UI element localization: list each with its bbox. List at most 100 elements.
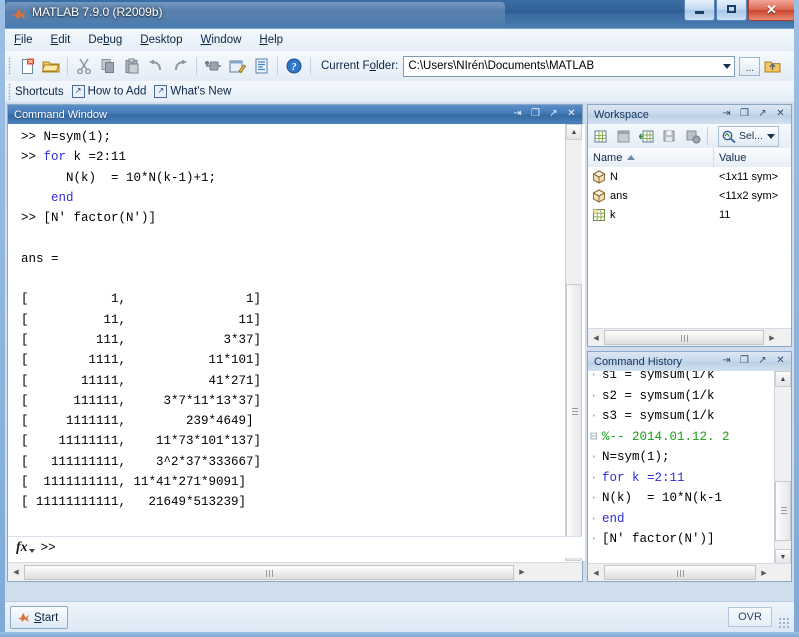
sym-cube-icon [592, 188, 606, 203]
command-window-hscrollbar[interactable]: ◀ ▶ [8, 562, 582, 581]
window-controls: ✕ [684, 0, 795, 21]
current-folder-combo[interactable]: C:\Users\NIrén\Documents\MATLAB [403, 55, 736, 77]
command-history-item[interactable]: s3 = symsum(1/k [602, 406, 730, 427]
guide-icon[interactable] [226, 55, 248, 77]
shortcut-whats-new[interactable]: ↗ What's New [154, 85, 231, 98]
delete-variable-icon[interactable] [682, 126, 703, 147]
new-variable-icon[interactable] [590, 126, 611, 147]
command-history-item[interactable]: s1 = symsum(1/k [602, 371, 730, 386]
dock-left-icon[interactable]: ⇥ [511, 107, 524, 120]
command-history-controls: ⇥ ❐ ↗ ✕ [720, 354, 787, 367]
toolbar-separator-3 [277, 57, 278, 75]
undock-icon[interactable]: ↗ [547, 107, 560, 120]
command-history-text-item: for k =2:11 [602, 470, 685, 485]
resize-grip-icon[interactable] [778, 617, 790, 629]
command-history-hscrollbar[interactable]: ◀ ▶ [588, 563, 791, 581]
command-line: [ 11111111, 11*73*101*137] [21, 431, 261, 451]
help-icon[interactable]: ? [283, 55, 305, 77]
command-history-list[interactable]: · · · ⊟ · · · · · s1 = symsum(1/k s2 = symsum(1/k… [588, 371, 774, 565]
shortcuts-grip[interactable] [8, 82, 11, 101]
command-history-item[interactable]: [N' factor(N')] [602, 529, 730, 550]
open-variable-icon[interactable] [613, 126, 634, 147]
copy-icon[interactable] [97, 55, 119, 77]
close-icon[interactable]: ✕ [774, 354, 787, 367]
hscroll-thumb[interactable] [24, 564, 514, 580]
profiler-icon[interactable] [250, 55, 272, 77]
scroll-right-icon[interactable]: ▶ [514, 564, 530, 580]
menu-desktop[interactable]: Desktop [131, 32, 191, 48]
command-line: [ 1111, 11*101] [21, 350, 261, 370]
scroll-up-icon[interactable]: ▲ [775, 371, 791, 387]
menu-debug[interactable]: Debug [79, 32, 131, 48]
maximize-icon[interactable]: ❐ [738, 107, 751, 120]
close-icon[interactable]: ✕ [774, 107, 787, 120]
command-history-text-item: N(k) = 10*N(k-1 [602, 491, 723, 505]
close-button[interactable]: ✕ [748, 0, 795, 21]
matlab-logo-icon [17, 612, 30, 623]
command-window-vscrollbar[interactable]: ▲ ▼ [565, 124, 582, 561]
command-history-vscrollbar[interactable]: ▲ ▼ [774, 371, 791, 565]
shortcut-how-to-add[interactable]: ↗ How to Add [71, 85, 146, 98]
menu-window[interactable]: Window [191, 32, 250, 48]
fx-icon[interactable]: fx [16, 540, 28, 556]
fx-dropdown-icon[interactable] [28, 549, 35, 553]
start-button[interactable]: Start [10, 606, 69, 629]
tree-guide[interactable]: ⊟ [590, 427, 598, 448]
workspace-variable-list[interactable]: N <1x11 sym> ans <11x2 sym> k 11 [588, 167, 791, 312]
up-one-level-icon[interactable] [761, 55, 783, 77]
chevron-down-icon[interactable] [723, 63, 732, 69]
scroll-up-icon[interactable]: ▲ [566, 124, 582, 140]
open-folder-icon[interactable] [40, 55, 62, 77]
close-icon[interactable]: ✕ [565, 107, 578, 120]
scroll-right-icon[interactable]: ▶ [756, 565, 772, 581]
scroll-right-icon[interactable]: ▶ [764, 330, 780, 346]
command-history-item[interactable]: N(k) = 10*N(k-1 [602, 488, 730, 509]
command-history-item[interactable]: N=sym(1); [602, 447, 730, 468]
column-header-name[interactable]: Name [588, 148, 714, 167]
cut-icon[interactable] [73, 55, 95, 77]
maximize-icon[interactable]: ❐ [738, 354, 751, 367]
toolbar-grip[interactable] [8, 57, 11, 75]
command-history-item[interactable]: %-- 2014.01.12. 2 [602, 427, 730, 448]
maximize-button[interactable] [716, 0, 747, 21]
command-history-item[interactable]: s2 = symsum(1/k [602, 386, 730, 407]
dock-left-icon[interactable]: ⇥ [720, 107, 733, 120]
chevron-down-icon[interactable] [766, 133, 775, 139]
new-file-icon[interactable] [16, 55, 38, 77]
vscroll-thumb[interactable] [566, 284, 582, 539]
workspace-hscrollbar[interactable]: ◀ ▶ [588, 328, 791, 346]
dock-left-icon[interactable]: ⇥ [720, 354, 733, 367]
minimize-button[interactable] [684, 0, 715, 21]
menu-help[interactable]: Help [250, 32, 292, 48]
command-window-output[interactable]: >> N=sym(1); >> for k =2:11 N(k) = 10*N(k… [8, 124, 585, 561]
redo-icon[interactable] [169, 55, 191, 77]
menu-edit[interactable]: Edit [42, 32, 80, 48]
undo-icon[interactable] [145, 55, 167, 77]
scroll-left-icon[interactable]: ◀ [588, 330, 604, 346]
table-row[interactable]: ans <11x2 sym> [588, 186, 791, 205]
command-history-item[interactable]: for k =2:11 [602, 468, 730, 489]
command-window-input-row[interactable]: fx >> [8, 536, 582, 558]
column-header-value[interactable]: Value [714, 148, 791, 167]
maximize-icon[interactable]: ❐ [529, 107, 542, 120]
paste-icon[interactable] [121, 55, 143, 77]
hscroll-thumb[interactable] [604, 330, 764, 345]
browse-folder-button[interactable]: ... [739, 56, 761, 76]
table-row[interactable]: k 11 [588, 205, 791, 224]
simulink-icon[interactable] [202, 55, 224, 77]
menu-file[interactable]: FFileile [5, 32, 42, 48]
command-history-item[interactable]: end [602, 509, 730, 530]
workspace-panel: Workspace ⇥ ❐ ↗ ✕ Sel... Name Value N <1… [587, 104, 792, 347]
scroll-left-icon[interactable]: ◀ [8, 564, 24, 580]
hscroll-thumb[interactable] [604, 565, 756, 580]
shortcuts-label[interactable]: Shortcuts [15, 86, 64, 98]
select-data-dropdown[interactable]: Sel... [718, 125, 779, 147]
vscroll-thumb[interactable] [775, 481, 791, 541]
import-data-icon[interactable] [636, 126, 657, 147]
undock-icon[interactable]: ↗ [756, 107, 769, 120]
undock-icon[interactable]: ↗ [756, 354, 769, 367]
table-row[interactable]: N <1x11 sym> [588, 167, 791, 186]
scroll-left-icon[interactable]: ◀ [588, 565, 604, 581]
save-workspace-icon[interactable] [659, 126, 680, 147]
toolbar-separator-4 [310, 57, 311, 75]
